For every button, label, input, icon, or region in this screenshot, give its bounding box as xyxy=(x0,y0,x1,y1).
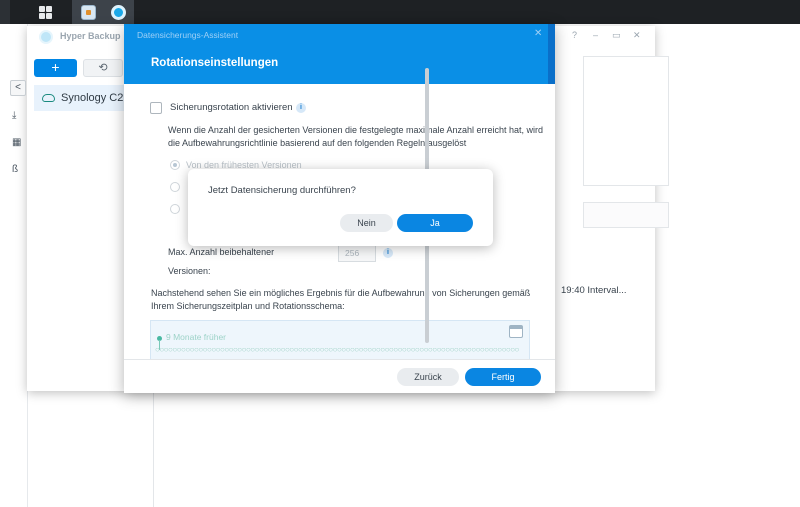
maximize-button[interactable]: ▭ xyxy=(612,30,621,41)
help-button[interactable]: ? xyxy=(572,30,577,40)
hyper-backup-icon xyxy=(110,4,126,20)
wizard-header: Datensicherungs-Assistent ✕ Rotationsein… xyxy=(124,24,555,84)
status-panel xyxy=(583,56,669,186)
minimize-button[interactable]: – xyxy=(593,30,598,40)
taskbar xyxy=(0,0,800,24)
confirm-dialog: Jetzt Datensicherung durchführen? Nein J… xyxy=(188,169,493,246)
schedule-text: 19:40 Interval... xyxy=(561,285,627,296)
timeline-versions: ○○○○○○○○○○○○○○○○○○○○○○○○○○○○○○○○○○○○○○○○… xyxy=(155,346,519,354)
max-versions-info-icon[interactable]: i xyxy=(383,248,393,258)
max-versions-label-line1: Max. Anzahl beibehaltener xyxy=(168,247,275,257)
hyper-backup-taskbar-button[interactable] xyxy=(102,0,134,24)
log-icon[interactable]: ß xyxy=(12,164,21,191)
yes-button[interactable]: Ja xyxy=(397,214,473,232)
retention-timeline: 9 Monate früher ○○○○○○○○○○○○○○○○○○○○○○○○… xyxy=(150,320,530,359)
wizard-caption: Datensicherungs-Assistent xyxy=(137,30,239,40)
rotation-description: Wenn die Anzahl der gesicherten Versione… xyxy=(168,125,544,148)
wizard-title: Rotationseinstellungen xyxy=(151,57,279,69)
close-window-button[interactable]: ✕ xyxy=(633,30,641,41)
result-description: Nachstehend sehen Sie ein mögliches Erge… xyxy=(151,288,531,311)
add-task-button[interactable]: + xyxy=(34,59,77,77)
restore-history-button[interactable]: ⟲ xyxy=(83,59,123,77)
max-versions-label-line2: Versionen: xyxy=(168,266,211,276)
back-button[interactable]: Zurück xyxy=(397,368,459,386)
tabs-panel xyxy=(583,202,669,228)
radio-option-3[interactable] xyxy=(170,204,180,214)
radio-option-2[interactable] xyxy=(170,182,180,192)
apps-icon[interactable]: ▦ xyxy=(12,137,21,164)
no-button[interactable]: Nein xyxy=(340,214,393,232)
wizard-scroll-strip xyxy=(548,24,555,84)
left-rail: ⤓ ▦ ß xyxy=(12,110,21,191)
rotation-checkbox[interactable] xyxy=(150,102,162,114)
finish-button[interactable]: Fertig xyxy=(465,368,541,386)
wizard-footer: Zurück Fertig xyxy=(124,359,555,393)
background-left-strip xyxy=(0,24,28,507)
main-menu-button[interactable] xyxy=(29,0,61,24)
info-icon[interactable]: i xyxy=(296,103,306,113)
collapse-left-icon[interactable]: < xyxy=(10,80,26,96)
grid-icon xyxy=(38,5,52,19)
task-item-label: Synology C2 xyxy=(61,92,124,104)
taskbar-edge xyxy=(0,0,10,24)
radio-earliest-versions[interactable] xyxy=(170,160,180,170)
wizard-close-button[interactable]: ✕ xyxy=(534,28,542,39)
rotation-checkbox-label: Sicherungsrotation aktivieren xyxy=(170,102,293,113)
calendar-icon[interactable] xyxy=(509,325,523,338)
photo-app-button[interactable] xyxy=(72,0,104,24)
download-icon[interactable]: ⤓ xyxy=(12,110,21,137)
max-versions-input[interactable]: 256 xyxy=(338,244,376,262)
photo-app-icon xyxy=(80,4,96,20)
background-divider xyxy=(153,392,154,507)
confirm-message: Jetzt Datensicherung durchführen? xyxy=(208,185,356,196)
timeline-label: 9 Monate früher xyxy=(166,332,227,342)
max-versions-label: Max. Anzahl beibehaltener Versionen: xyxy=(168,245,298,279)
cloud-icon xyxy=(42,94,55,102)
hyper-backup-logo-icon xyxy=(39,30,53,44)
window-title: Hyper Backup xyxy=(60,31,121,41)
